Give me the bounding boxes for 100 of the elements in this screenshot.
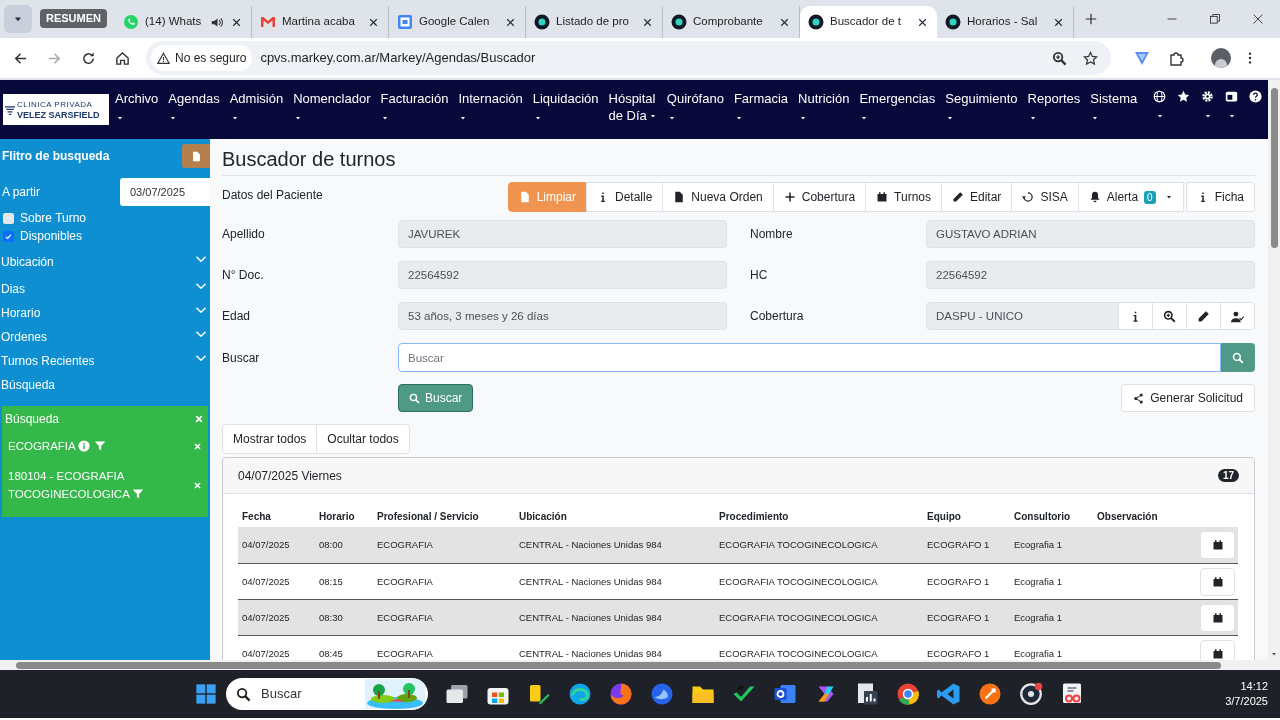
clock-date[interactable]: 3/7/2025 bbox=[1225, 694, 1268, 709]
nav-menu-item[interactable]: Nutrición bbox=[798, 89, 850, 122]
shield-extension-icon[interactable] bbox=[1134, 50, 1150, 66]
search-icon bbox=[1232, 351, 1244, 364]
toolbar-button[interactable]: SISA bbox=[1011, 182, 1079, 212]
tab-group-label[interactable]: RESUMEN bbox=[40, 9, 107, 28]
browser-tab[interactable]: Buscador de t bbox=[800, 6, 937, 38]
restore-icon[interactable] bbox=[1209, 13, 1221, 25]
date-field[interactable]: 03/07/2025 bbox=[120, 178, 210, 206]
browser-icon[interactable] bbox=[896, 682, 920, 706]
schedule-button[interactable] bbox=[1200, 603, 1235, 632]
tab-title: Buscador de t bbox=[830, 14, 902, 30]
nav-menu-item[interactable]: Facturación bbox=[380, 89, 449, 122]
checkbox[interactable] bbox=[3, 230, 14, 242]
filter-section-header[interactable]: Turnos Recientes bbox=[0, 349, 210, 373]
bookmark-star-icon[interactable] bbox=[1083, 50, 1098, 66]
field-label: Cobertura bbox=[750, 308, 805, 325]
close-icon[interactable] bbox=[1252, 13, 1264, 25]
puzzle-icon[interactable] bbox=[1169, 50, 1185, 66]
column-header: Consultorio bbox=[1014, 511, 1071, 522]
scrollbar-thumb[interactable] bbox=[1270, 88, 1278, 248]
schedule-button[interactable] bbox=[1200, 531, 1235, 559]
zoom-icon[interactable] bbox=[1052, 50, 1067, 66]
profile-avatar[interactable] bbox=[1211, 48, 1231, 68]
search-icon bbox=[409, 392, 420, 404]
document-chart-icon[interactable] bbox=[855, 682, 879, 706]
icon-button[interactable] bbox=[1186, 302, 1221, 330]
nav-menu-item[interactable]: Sistema bbox=[1090, 89, 1138, 122]
toolbar-button[interactable]: Editar bbox=[941, 182, 1013, 212]
toolbar-button[interactable]: Turnos bbox=[865, 182, 942, 212]
toolbar-button[interactable]: Ficha bbox=[1185, 182, 1255, 212]
schedule-button[interactable] bbox=[1200, 567, 1235, 596]
icon-button[interactable] bbox=[1220, 302, 1255, 330]
task-view-icon[interactable] bbox=[445, 682, 469, 706]
checkbox[interactable] bbox=[3, 212, 14, 224]
taskbar-search-field[interactable]: Buscar bbox=[226, 678, 428, 710]
horizontal-scrollbar[interactable] bbox=[0, 660, 1280, 670]
nav-menu-item[interactable]: Farmacia bbox=[733, 89, 789, 122]
search-button[interactable] bbox=[1221, 343, 1255, 372]
schedule-button[interactable] bbox=[1200, 639, 1235, 660]
field-label: HC bbox=[750, 267, 769, 284]
globe-icon[interactable] bbox=[1153, 89, 1166, 103]
toolbar-button[interactable]: Cobertura bbox=[772, 182, 867, 212]
nav-menu-item[interactable]: Hóspital de Día bbox=[608, 89, 657, 124]
table-cell: ECOGRAFIA bbox=[377, 611, 433, 623]
windows-logo-icon[interactable] bbox=[195, 683, 217, 705]
help-icon[interactable] bbox=[1249, 89, 1262, 103]
table-cell: CENTRAL - Naciones Unidas 984 bbox=[519, 647, 662, 659]
pencil-icon bbox=[1197, 309, 1210, 323]
toolbar-button[interactable]: Alerta 0 bbox=[1077, 182, 1184, 212]
clock-time[interactable]: 14:12 bbox=[1240, 679, 1268, 694]
nav-menu-item[interactable]: Emergencias bbox=[859, 89, 936, 122]
filter-section-header[interactable]: Ordenes bbox=[0, 325, 210, 349]
table-cell: Ecografia 1 bbox=[1014, 647, 1063, 659]
logo-text: CLINICA PRIVADA bbox=[17, 98, 94, 110]
code-editor-icon[interactable] bbox=[937, 682, 961, 706]
reload-icon[interactable] bbox=[81, 50, 96, 66]
toolbar-button[interactable]: Detalle bbox=[586, 182, 664, 212]
new-tab-icon[interactable] bbox=[1084, 12, 1098, 26]
record-ring-icon[interactable] bbox=[1019, 682, 1043, 706]
wave-circle-icon[interactable] bbox=[568, 682, 592, 706]
flame-globe-icon[interactable] bbox=[609, 682, 633, 706]
search-field[interactable]: Buscar bbox=[398, 343, 1221, 372]
nav-menu-item[interactable]: Nomenclador bbox=[293, 89, 371, 122]
toggle-button[interactable]: Mostrar todos bbox=[222, 424, 318, 454]
scrollbar-thumb[interactable] bbox=[16, 661, 1221, 669]
nav-menu-item[interactable]: Admisión bbox=[229, 89, 284, 122]
column-header: Observación bbox=[1097, 511, 1158, 522]
home-icon[interactable] bbox=[115, 50, 130, 66]
nav-menu-item[interactable]: Liquidación bbox=[532, 89, 599, 122]
generate-request-button[interactable]: Generar Solicitud bbox=[1121, 384, 1255, 412]
icon-button[interactable] bbox=[1152, 302, 1187, 330]
window-icon[interactable] bbox=[1225, 89, 1238, 103]
vertical-scrollbar[interactable] bbox=[1268, 80, 1280, 660]
filter-section-header[interactable]: Horario bbox=[0, 301, 210, 325]
bird-circle-icon[interactable] bbox=[650, 682, 674, 706]
address-bar[interactable]: No es seguro cpvs.markey.com.ar/Markey/Agendas/Buscador bbox=[146, 41, 1111, 75]
nav-menu-item[interactable]: Reportes bbox=[1027, 89, 1081, 122]
nav-menu-item[interactable]: Quirófano bbox=[666, 89, 724, 122]
settings-icon[interactable] bbox=[1201, 89, 1214, 103]
remove-icon bbox=[193, 441, 202, 451]
field-label: Nombre bbox=[750, 226, 794, 243]
table-cell: 04/07/2025 bbox=[242, 647, 290, 659]
document-button[interactable] bbox=[182, 144, 210, 168]
toggle-button[interactable]: Ocultar todos bbox=[316, 424, 410, 454]
nav-menu-item[interactable]: Internación bbox=[458, 89, 523, 122]
nav-menu-item[interactable]: Seguimiento bbox=[945, 89, 1018, 122]
filter-section-header[interactable]: Dias bbox=[0, 277, 210, 301]
date-label: A partir bbox=[2, 184, 40, 201]
toolbar-button[interactable]: Nueva Orden bbox=[662, 182, 774, 212]
star-icon[interactable] bbox=[1177, 89, 1190, 103]
security-chip[interactable]: No es seguro bbox=[151, 45, 253, 71]
mail-app-icon[interactable] bbox=[773, 682, 797, 706]
nav-menu-item[interactable]: Agendas bbox=[168, 89, 220, 122]
filter-section-header[interactable]: Ubicación bbox=[0, 247, 210, 277]
site-logo-icon bbox=[945, 14, 961, 30]
clinic-logo[interactable]: CLINICA PRIVADA VELEZ SARSFIELD bbox=[3, 94, 109, 125]
sidebar-title: Flitro de busqueda bbox=[2, 148, 110, 165]
envelope-icon bbox=[260, 14, 276, 30]
nav-menu-item[interactable]: Archivo bbox=[115, 89, 159, 122]
